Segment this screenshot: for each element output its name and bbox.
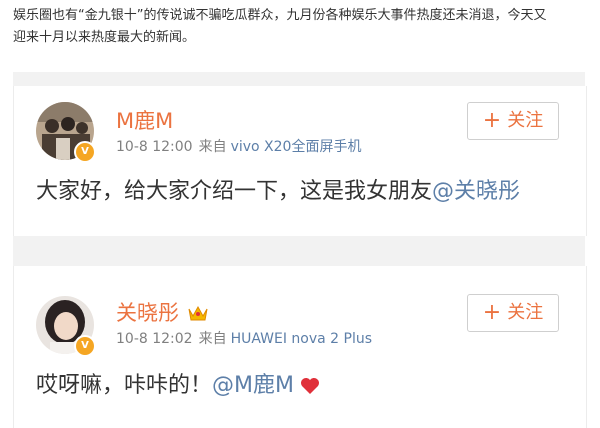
source-prefix: 来自 bbox=[198, 331, 227, 347]
follow-button[interactable]: + 关注 bbox=[467, 294, 559, 332]
username[interactable]: M鹿M bbox=[116, 108, 173, 134]
verified-v-icon: V bbox=[74, 335, 96, 357]
heart-icon bbox=[300, 378, 319, 394]
source-prefix: 来自 bbox=[198, 139, 227, 155]
username[interactable]: 关晓彤 bbox=[116, 300, 179, 326]
follow-label: 关注 bbox=[507, 110, 544, 131]
post-text: 大家好，给大家介绍一下，这是我女朋友@关晓彤 bbox=[36, 178, 520, 206]
avatar[interactable]: V bbox=[36, 102, 96, 163]
source-device[interactable]: HUAWEI nova 2 Plus bbox=[231, 331, 372, 347]
weibo-post: V M鹿M 10-8 12:00 来自 vivo X20全面屏手机 + 关注 大家好，… bbox=[13, 86, 587, 236]
post-meta: 10-8 12:00 来自 vivo X20全面屏手机 bbox=[116, 138, 361, 156]
crown-vip-icon[interactable] bbox=[188, 304, 208, 322]
mention-link[interactable]: @M鹿M bbox=[212, 373, 294, 398]
feed-divider bbox=[13, 72, 585, 86]
post-text: 哎呀嘛，咔咔的！@M鹿M bbox=[36, 372, 320, 400]
post-text-body: 大家好，给大家介绍一下，这是我女朋友 bbox=[36, 179, 433, 204]
mention-link[interactable]: @关晓彤 bbox=[432, 179, 520, 204]
source-device[interactable]: vivo X20全面屏手机 bbox=[231, 139, 362, 155]
follow-button[interactable]: + 关注 bbox=[467, 102, 559, 140]
feed-divider bbox=[13, 236, 585, 266]
intro-line-2: 迎来十月以来热度最大的新闻。 bbox=[13, 30, 196, 45]
intro-line-1: 娱乐圈也有“金九银十”的传说诚不骗吃瓜群众，九月份各种娱乐大事件热度还未消退，今… bbox=[13, 8, 547, 23]
plus-icon: + bbox=[482, 108, 502, 133]
post-time[interactable]: 10-8 12:00 bbox=[116, 139, 193, 155]
post-time[interactable]: 10-8 12:02 bbox=[116, 331, 193, 347]
weibo-post: V 关晓彤 10-8 12:02 来自 HUAWEI nova 2 Plus + 关注… bbox=[13, 266, 587, 428]
follow-label: 关注 bbox=[507, 302, 544, 323]
avatar[interactable]: V bbox=[36, 296, 96, 357]
post-meta: 10-8 12:02 来自 HUAWEI nova 2 Plus bbox=[116, 330, 372, 348]
intro-paragraph: 娱乐圈也有“金九银十”的传说诚不骗吃瓜群众，九月份各种娱乐大事件热度还未消退，今… bbox=[13, 5, 585, 49]
post-text-body: 哎呀嘛，咔咔的！ bbox=[36, 373, 213, 398]
plus-icon: + bbox=[482, 300, 502, 325]
verified-v-icon: V bbox=[74, 141, 96, 163]
